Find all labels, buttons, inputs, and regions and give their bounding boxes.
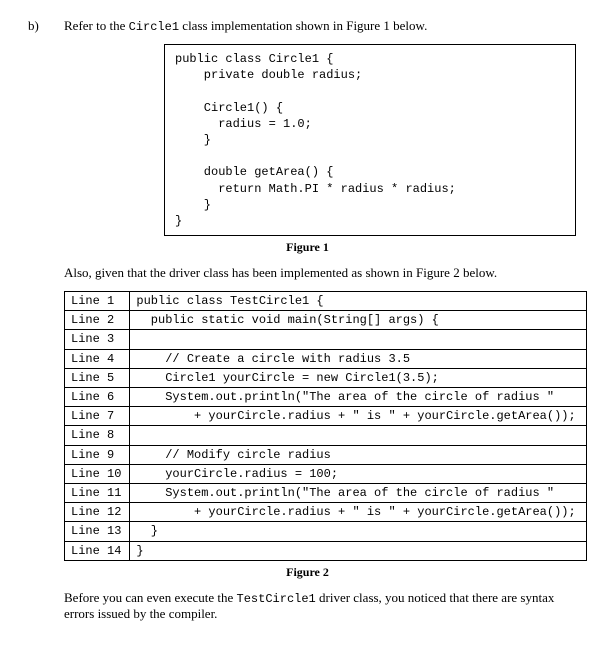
line-code — [130, 330, 587, 349]
question-label: b) — [28, 18, 64, 34]
table-row: Line 5 Circle1 yourCircle = new Circle1(… — [65, 368, 587, 387]
table-row: Line 10 yourCircle.radius = 100; — [65, 464, 587, 483]
table-row: Line 7 + yourCircle.radius + " is " + yo… — [65, 407, 587, 426]
table-row: Line 14} — [65, 541, 587, 560]
line-code — [130, 426, 587, 445]
question-text: Refer to the Circle1 class implementatio… — [64, 18, 587, 34]
closing-class-name: TestCircle1 — [237, 592, 316, 606]
table-row: Line 2 public static void main(String[] … — [65, 311, 587, 330]
line-label: Line 14 — [65, 541, 130, 560]
table-row: Line 4 // Create a circle with radius 3.… — [65, 349, 587, 368]
line-code: } — [130, 541, 587, 560]
line-label: Line 2 — [65, 311, 130, 330]
line-code: // Create a circle with radius 3.5 — [130, 349, 587, 368]
table-row: Line 3 — [65, 330, 587, 349]
line-label: Line 5 — [65, 368, 130, 387]
mid-paragraph: Also, given that the driver class has be… — [64, 265, 587, 281]
line-code: // Modify circle radius — [130, 445, 587, 464]
line-label: Line 9 — [65, 445, 130, 464]
line-label: Line 8 — [65, 426, 130, 445]
line-code: + yourCircle.radius + " is " + yourCircl… — [130, 407, 587, 426]
line-label: Line 7 — [65, 407, 130, 426]
table-row: Line 13 } — [65, 522, 587, 541]
line-code: + yourCircle.radius + " is " + yourCircl… — [130, 503, 587, 522]
table-row: Line 12 + yourCircle.radius + " is " + y… — [65, 503, 587, 522]
table-row: Line 11 System.out.println("The area of … — [65, 483, 587, 502]
figure-1-caption: Figure 1 — [28, 240, 587, 255]
closing-pre: Before you can even execute the — [64, 590, 237, 605]
figure-2-caption: Figure 2 — [28, 565, 587, 580]
intro-pre: Refer to the — [64, 18, 129, 33]
figure-1-code: public class Circle1 { private double ra… — [164, 44, 576, 236]
class-name-inline: Circle1 — [129, 20, 179, 34]
line-label: Line 6 — [65, 388, 130, 407]
table-row: Line 8 — [65, 426, 587, 445]
intro-post: class implementation shown in Figure 1 b… — [179, 18, 427, 33]
line-label: Line 12 — [65, 503, 130, 522]
line-label: Line 4 — [65, 349, 130, 368]
line-label: Line 1 — [65, 292, 130, 311]
line-label: Line 3 — [65, 330, 130, 349]
line-code: public static void main(String[] args) { — [130, 311, 587, 330]
table-row: Line 9 // Modify circle radius — [65, 445, 587, 464]
line-label: Line 13 — [65, 522, 130, 541]
line-code: public class TestCircle1 { — [130, 292, 587, 311]
line-label: Line 10 — [65, 464, 130, 483]
line-code: System.out.println("The area of the circ… — [130, 483, 587, 502]
line-code: Circle1 yourCircle = new Circle1(3.5); — [130, 368, 587, 387]
line-code: System.out.println("The area of the circ… — [130, 388, 587, 407]
question-line: b) Refer to the Circle1 class implementa… — [28, 18, 587, 34]
closing-paragraph: Before you can even execute the TestCirc… — [64, 590, 587, 622]
table-row: Line 6 System.out.println("The area of t… — [65, 388, 587, 407]
table-row: Line 1public class TestCircle1 { — [65, 292, 587, 311]
figure-2-table: Line 1public class TestCircle1 {Line 2 p… — [64, 291, 587, 561]
line-code: yourCircle.radius = 100; — [130, 464, 587, 483]
line-code: } — [130, 522, 587, 541]
line-label: Line 11 — [65, 483, 130, 502]
